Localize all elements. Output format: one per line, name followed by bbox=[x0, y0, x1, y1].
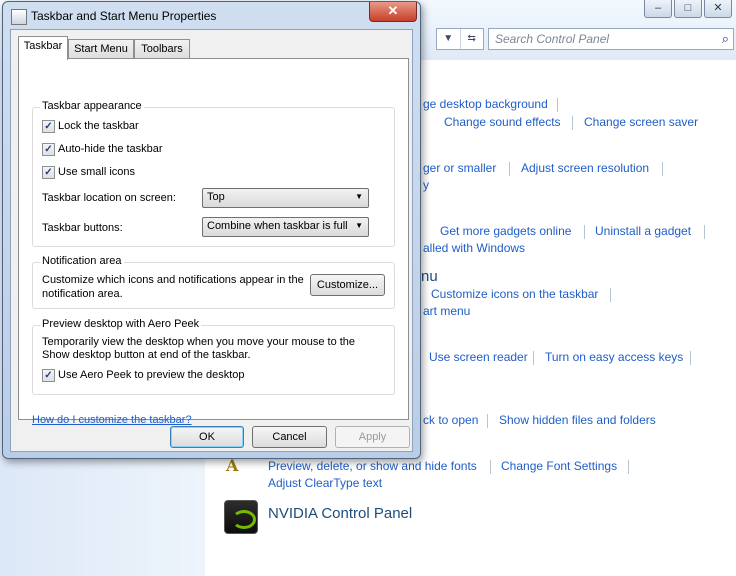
tab-start-menu[interactable]: Start Menu bbox=[68, 39, 134, 59]
ok-button[interactable]: OK bbox=[170, 426, 244, 448]
search-input[interactable]: Search Control Panel bbox=[495, 32, 609, 46]
location-label: Taskbar location on screen: bbox=[42, 192, 176, 204]
cancel-button[interactable]: Cancel bbox=[252, 426, 327, 448]
aero-peek-text-line2: Show desktop button at end of the taskba… bbox=[42, 349, 251, 361]
separator bbox=[490, 460, 491, 474]
buttons-label: Taskbar buttons: bbox=[42, 222, 123, 234]
link-uninstall-gadget[interactable]: Uninstall a gadget bbox=[595, 224, 691, 238]
link-y[interactable]: y bbox=[423, 178, 429, 192]
link-click-to-open[interactable]: ck to open bbox=[423, 413, 478, 427]
link-start-menu[interactable]: art menu bbox=[423, 304, 470, 318]
close-button[interactable]: ✕ bbox=[704, 0, 732, 18]
lock-taskbar-checkbox[interactable]: ✓ bbox=[42, 120, 55, 133]
aero-peek-label[interactable]: Use Aero Peek to preview the desktop bbox=[58, 369, 245, 381]
tab-toolbars[interactable]: Toolbars bbox=[134, 39, 190, 59]
address-nav-buttons: ▼ ⇆ bbox=[436, 28, 484, 50]
chevron-down-icon: ▼ bbox=[355, 221, 363, 230]
small-icons-checkbox[interactable]: ✓ bbox=[42, 166, 55, 179]
window-caption-buttons: – □ ✕ bbox=[644, 0, 732, 18]
link-fonts[interactable]: Preview, delete, or show and hide fonts bbox=[268, 459, 477, 473]
link-screen-resolution[interactable]: Adjust screen resolution bbox=[521, 161, 649, 175]
search-icon[interactable]: ⌕ bbox=[722, 31, 729, 47]
chevron-down-icon: ▼ bbox=[355, 192, 363, 201]
lock-taskbar-label[interactable]: Lock the taskbar bbox=[58, 120, 139, 132]
separator bbox=[557, 98, 558, 112]
link-sound-effects[interactable]: Change sound effects bbox=[444, 115, 561, 129]
link-desktop-background[interactable]: ge desktop background bbox=[423, 97, 548, 111]
autohide-checkbox[interactable]: ✓ bbox=[42, 143, 55, 156]
group-title: Taskbar appearance bbox=[40, 100, 144, 112]
notification-text-line1: Customize which icons and notifications … bbox=[42, 274, 304, 286]
separator bbox=[509, 162, 510, 176]
small-icons-label[interactable]: Use small icons bbox=[58, 166, 135, 178]
separator bbox=[533, 351, 534, 365]
link-larger-smaller[interactable]: ger or smaller bbox=[423, 161, 496, 175]
category-heading-nvidia[interactable]: NVIDIA Control Panel bbox=[268, 505, 412, 522]
dialog-close-button[interactable]: ✕ bbox=[369, 2, 417, 22]
link-gadgets-online[interactable]: Get more gadgets online bbox=[440, 224, 571, 238]
customize-button[interactable]: Customize... bbox=[310, 274, 385, 296]
maximize-button[interactable]: □ bbox=[674, 0, 702, 18]
tab-taskbar[interactable]: Taskbar bbox=[18, 36, 68, 60]
refresh-icon[interactable]: ⇆ bbox=[459, 29, 484, 49]
group-title: Preview desktop with Aero Peek bbox=[40, 318, 202, 330]
buttons-select[interactable]: Combine when taskbar is full ▼ bbox=[202, 217, 369, 237]
location-select[interactable]: Top ▼ bbox=[202, 188, 369, 208]
nvidia-icon[interactable] bbox=[224, 500, 258, 534]
dialog-body: Taskbar Start Menu Toolbars Taskbar appe… bbox=[10, 29, 413, 452]
link-font-settings[interactable]: Change Font Settings bbox=[501, 459, 617, 473]
separator bbox=[662, 162, 663, 176]
link-screen-reader[interactable]: Use screen reader bbox=[429, 350, 528, 364]
link-installed-with-windows[interactable]: alled with Windows bbox=[423, 241, 525, 255]
dialog-title: Taskbar and Start Menu Properties bbox=[31, 9, 217, 23]
link-easy-access-keys[interactable]: Turn on easy access keys bbox=[545, 350, 683, 364]
minimize-button[interactable]: – bbox=[644, 0, 672, 18]
taskbar-properties-icon bbox=[11, 9, 27, 25]
buttons-value: Combine when taskbar is full bbox=[207, 220, 348, 232]
help-link[interactable]: How do I customize the taskbar? bbox=[32, 414, 192, 426]
link-hidden-files[interactable]: Show hidden files and folders bbox=[499, 413, 656, 427]
separator bbox=[690, 351, 691, 365]
separator bbox=[610, 288, 611, 302]
taskbar-properties-dialog: Taskbar and Start Menu Properties ✕ Task… bbox=[2, 1, 421, 459]
dropdown-arrow-icon[interactable]: ▼ bbox=[437, 29, 460, 49]
notification-text-line2: notification area. bbox=[42, 288, 123, 300]
separator bbox=[487, 414, 488, 428]
taskbar-tab-panel: Taskbar appearance ✓ Lock the taskbar ✓ … bbox=[18, 58, 409, 426]
aero-peek-text-line1: Temporarily view the desktop when you mo… bbox=[42, 336, 356, 348]
link-screen-saver[interactable]: Change screen saver bbox=[584, 115, 698, 129]
separator bbox=[572, 116, 573, 130]
category-heading-start-menu[interactable]: nu bbox=[421, 268, 438, 285]
link-cleartype[interactable]: Adjust ClearType text bbox=[268, 476, 382, 490]
search-box[interactable]: Search Control Panel ⌕ bbox=[488, 28, 734, 50]
separator bbox=[704, 225, 705, 239]
autohide-label[interactable]: Auto-hide the taskbar bbox=[58, 143, 163, 155]
separator bbox=[628, 460, 629, 474]
link-customize-taskbar-icons[interactable]: Customize icons on the taskbar bbox=[431, 287, 598, 301]
location-value: Top bbox=[207, 191, 225, 203]
separator bbox=[584, 225, 585, 239]
aero-peek-checkbox[interactable]: ✓ bbox=[42, 369, 55, 382]
apply-button[interactable]: Apply bbox=[335, 426, 410, 448]
group-title: Notification area bbox=[40, 255, 124, 267]
